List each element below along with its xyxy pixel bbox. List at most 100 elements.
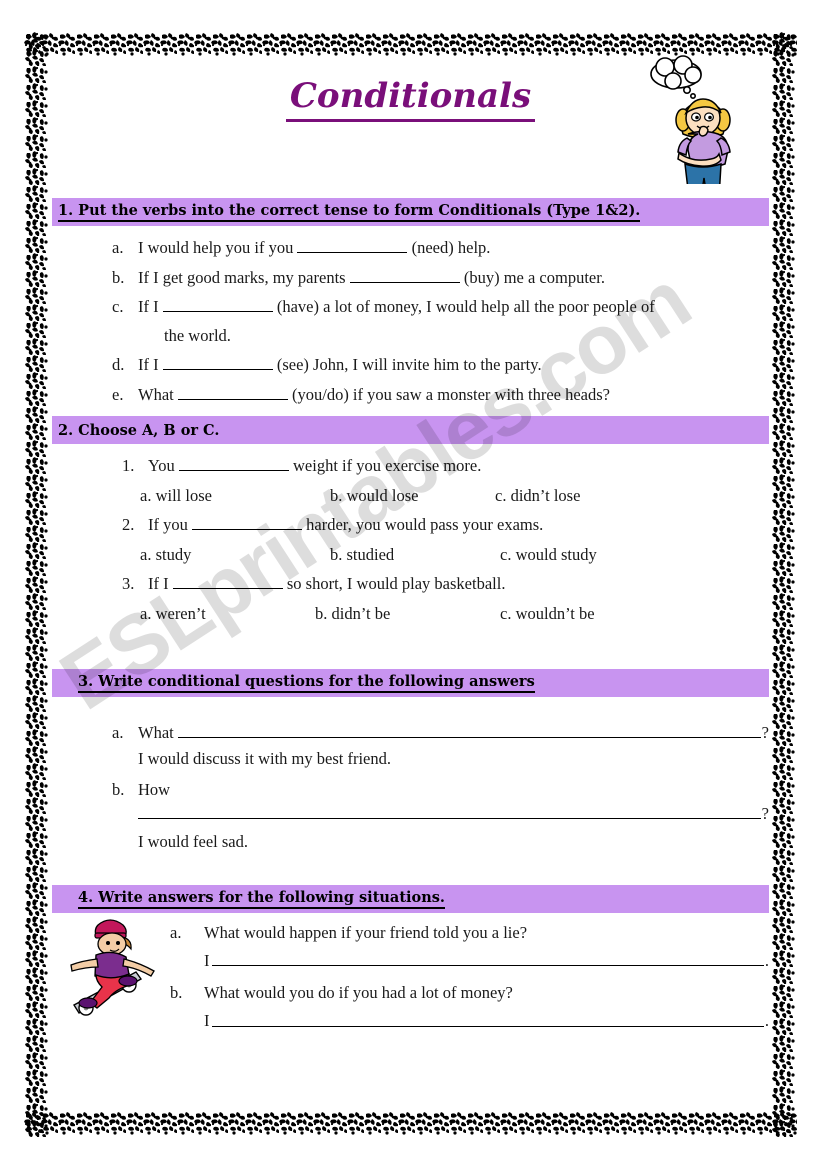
- question-write-line: a. What ?: [112, 723, 769, 741]
- mc-option-row: a. weren’t b. didn’t be c. wouldn’t be: [52, 605, 769, 623]
- question-mark: ?: [761, 803, 769, 823]
- question-word: What: [138, 722, 174, 742]
- item-marker: c.: [112, 297, 124, 316]
- answer-rule[interactable]: [138, 804, 761, 819]
- item-marker: 1.: [122, 456, 135, 475]
- section-3-header: 3. Write conditional questions for the f…: [52, 669, 769, 697]
- situation-question: What would happen if your friend told yo…: [204, 922, 528, 942]
- mc-option-row: a. study b. studied c. would study: [52, 546, 769, 564]
- item-body: If I get good marks, my parents (buy) me…: [138, 267, 769, 287]
- answer-period: .: [764, 950, 769, 970]
- answer-prefix: I: [204, 950, 210, 970]
- item-text-pre: If I get good marks, my parents: [138, 267, 346, 287]
- question-word: How: [138, 779, 171, 799]
- item-text-pre: What: [138, 384, 174, 404]
- item-body: If I (have) a lot of money, I would help…: [138, 297, 769, 345]
- answer-rule[interactable]: [211, 951, 764, 966]
- section-2-heading-text: 2. Choose A, B or C.: [58, 421, 220, 439]
- item-text-post: harder, you would pass your exams.: [306, 515, 544, 534]
- situation-question: What would you do if you had a lot of mo…: [204, 983, 513, 1002]
- item-body: If I so short, I would play basketball.: [148, 574, 769, 593]
- item-marker: b.: [112, 779, 125, 799]
- answer-rule-row: ?: [112, 804, 769, 822]
- section-4-heading-text: 4. Write answers for the following situa…: [78, 889, 445, 909]
- item-marker: b.: [170, 983, 183, 1002]
- item-text-pre: If I: [138, 355, 159, 374]
- worksheet-header: Conditionals: [52, 55, 769, 204]
- item-marker: a.: [170, 922, 182, 942]
- item-marker: a.: [112, 238, 124, 257]
- item-text-post: (have) a lot of money, I would help all …: [276, 297, 655, 316]
- item-text-pre: If I: [148, 574, 169, 593]
- fill-in-blank[interactable]: [177, 398, 288, 400]
- mc-option-c[interactable]: c. would study: [500, 546, 597, 564]
- border-band-bottom: [24, 1111, 797, 1137]
- item-body: What (you/do) if you saw a monster with …: [138, 384, 769, 404]
- fill-in-blank[interactable]: [192, 529, 302, 530]
- section-3-heading-text: 3. Write conditional questions for the f…: [78, 673, 535, 693]
- answer-period: .: [764, 1011, 769, 1030]
- question-mark: ?: [761, 722, 769, 742]
- item-text-post: (you/do) if you saw a monster with three…: [291, 384, 610, 404]
- item-marker: e.: [112, 384, 124, 404]
- mc-option-a[interactable]: a. weren’t: [140, 605, 315, 623]
- item-text-post: so short, I would play basketball.: [286, 574, 506, 593]
- mc-option-c[interactable]: c. didn’t lose: [495, 487, 580, 505]
- section-3-items: a. What ? I would discuss it with my bes…: [52, 723, 769, 851]
- section-1-heading-text: 1. Put the verbs into the correct tense …: [58, 202, 641, 222]
- item-marker: a.: [112, 722, 124, 742]
- fill-in-blank[interactable]: [172, 588, 283, 589]
- exercise-item: d. If I (see) John, I will invite him to…: [112, 355, 769, 374]
- item-text-pre: If I: [138, 297, 159, 316]
- situation-item: b. What would you do if you had a lot of…: [170, 983, 769, 1002]
- item-body: If you harder, you would pass your exams…: [148, 515, 769, 534]
- mc-option-a[interactable]: a. study: [140, 546, 330, 564]
- section-1-header: 1. Put the verbs into the correct tense …: [52, 198, 769, 226]
- situation-answer-row: I .: [170, 951, 769, 969]
- mc-option-b[interactable]: b. would lose: [330, 487, 495, 505]
- mc-option-b[interactable]: b. studied: [330, 546, 500, 564]
- border-band-right: [771, 32, 797, 1137]
- fill-in-blank[interactable]: [178, 470, 289, 471]
- section-4-body: a. What would happen if your friend told…: [52, 913, 769, 1030]
- mc-question: 3. If I so short, I would play basketbal…: [52, 574, 769, 593]
- mc-question: 1. You weight if you exercise more.: [52, 456, 769, 475]
- mc-option-row: a. will lose b. would lose c. didn’t los…: [52, 487, 769, 505]
- item-text-post: (see) John, I will invite him to the par…: [276, 355, 542, 374]
- item-text-continuation: the world.: [164, 325, 231, 345]
- given-answer: I would feel sad.: [138, 832, 248, 851]
- exercise-item: b. If I get good marks, my parents (buy)…: [112, 267, 769, 287]
- fill-in-blank[interactable]: [297, 252, 408, 253]
- item-marker: b.: [112, 267, 125, 287]
- item-text-pre: I would help you if you: [138, 238, 294, 257]
- section-2-header: 2. Choose A, B or C.: [52, 416, 769, 444]
- border-band-left: [24, 32, 50, 1137]
- exercise-item: a. I would help you if you (need) help.: [112, 238, 769, 257]
- section-4-header: 4. Write answers for the following situa…: [52, 884, 769, 913]
- situation-item: a. What would happen if your friend told…: [170, 922, 769, 942]
- exercise-item: c. If I (have) a lot of money, I would h…: [112, 297, 769, 345]
- item-text-post: weight if you exercise more.: [293, 456, 482, 475]
- item-marker: 3.: [122, 574, 135, 593]
- exercise-item: e. What (you/do) if you saw a monster wi…: [112, 384, 769, 404]
- item-body: You weight if you exercise more.: [148, 456, 769, 475]
- section-1-items: a. I would help you if you (need) help. …: [52, 238, 769, 404]
- given-answer: I would discuss it with my best friend.: [138, 749, 391, 768]
- fill-in-blank[interactable]: [162, 369, 273, 370]
- fill-in-blank[interactable]: [162, 311, 273, 312]
- answer-prefix: I: [204, 1011, 210, 1030]
- item-body: If I (see) John, I will invite him to th…: [138, 355, 769, 374]
- mc-option-b[interactable]: b. didn’t be: [315, 605, 500, 623]
- item-text-pre: You: [148, 456, 175, 475]
- item-marker: d.: [112, 355, 125, 374]
- answer-rule[interactable]: [177, 723, 761, 738]
- fill-in-blank[interactable]: [349, 281, 460, 283]
- thinking-girl-icon: [643, 54, 763, 204]
- mc-question: 2. If you harder, you would pass your ex…: [52, 515, 769, 534]
- answer-rule[interactable]: [211, 1012, 764, 1027]
- mc-option-c[interactable]: c. wouldn’t be: [500, 605, 595, 623]
- item-text-post: (need) help.: [411, 238, 491, 257]
- worksheet-content: Conditionals 1. Put the verbs into the c…: [52, 55, 769, 1108]
- skateboarder-icon: [66, 913, 170, 1021]
- mc-option-a[interactable]: a. will lose: [140, 487, 330, 505]
